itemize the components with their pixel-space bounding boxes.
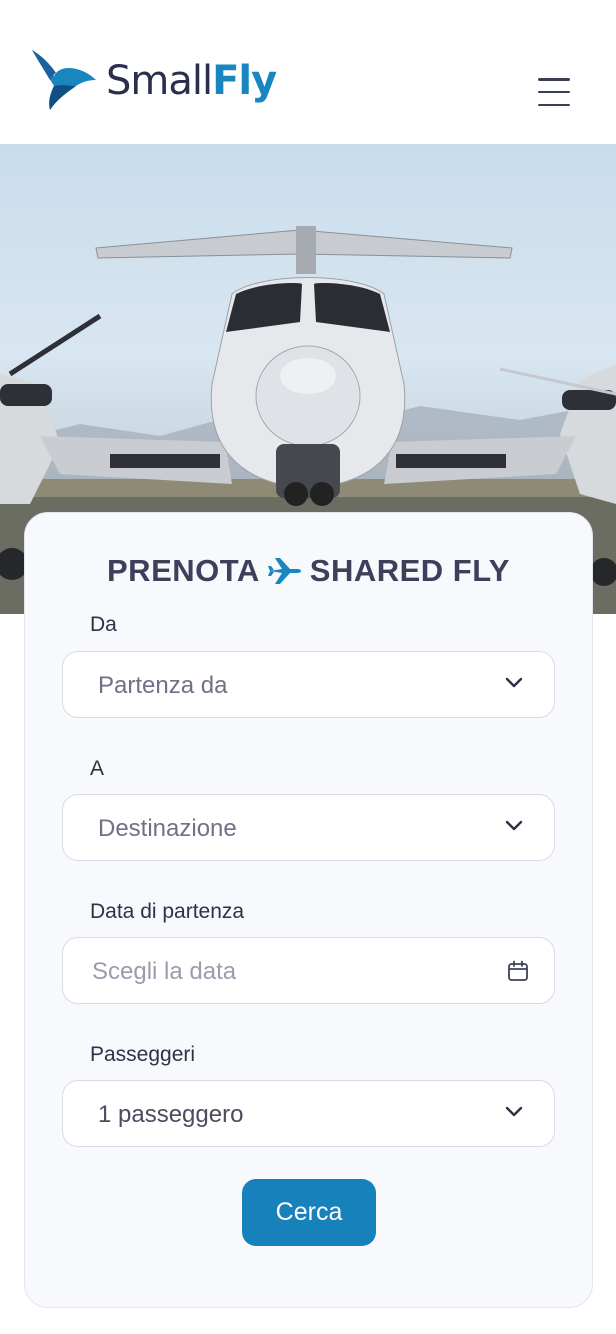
logo-text: SmallFly xyxy=(106,58,277,104)
passengers-label: Passeggeri xyxy=(90,1043,196,1066)
search-button[interactable]: Cerca xyxy=(242,1179,376,1246)
from-select-value: Partenza da xyxy=(98,672,228,699)
app-header: SmallFly xyxy=(0,0,616,144)
airplane-icon xyxy=(267,558,301,584)
logo-text-small: Small xyxy=(106,58,213,104)
date-label: Data di partenza xyxy=(90,900,245,923)
booking-title: PRENOTA SHARED FLY xyxy=(25,553,592,589)
chevron-down-icon xyxy=(505,677,523,688)
chevron-down-icon xyxy=(505,1106,523,1117)
passengers-select[interactable]: 1 passeggero xyxy=(62,1080,555,1147)
booking-title-left: PRENOTA xyxy=(107,553,260,588)
to-select[interactable]: Destinazione xyxy=(62,794,555,861)
date-input[interactable]: Scegli la data xyxy=(62,937,555,1004)
from-select[interactable]: Partenza da xyxy=(62,651,555,718)
to-select-value: Destinazione xyxy=(98,815,237,842)
passengers-select-value: 1 passeggero xyxy=(98,1101,244,1128)
date-input-placeholder: Scegli la data xyxy=(92,958,237,985)
booking-title-right: SHARED FLY xyxy=(309,553,510,588)
booking-card: PRENOTA SHARED FLY Da Partenza da A Dest… xyxy=(24,512,593,1308)
hamburger-menu-icon[interactable] xyxy=(538,78,570,106)
logo-text-fly: Fly xyxy=(212,58,277,104)
chevron-down-icon xyxy=(505,820,523,831)
smallfly-logo[interactable]: SmallFly xyxy=(28,46,277,116)
calendar-icon[interactable] xyxy=(506,959,530,983)
to-label: A xyxy=(90,757,105,780)
from-label: Da xyxy=(90,613,117,636)
hummingbird-logo-icon xyxy=(32,50,96,110)
